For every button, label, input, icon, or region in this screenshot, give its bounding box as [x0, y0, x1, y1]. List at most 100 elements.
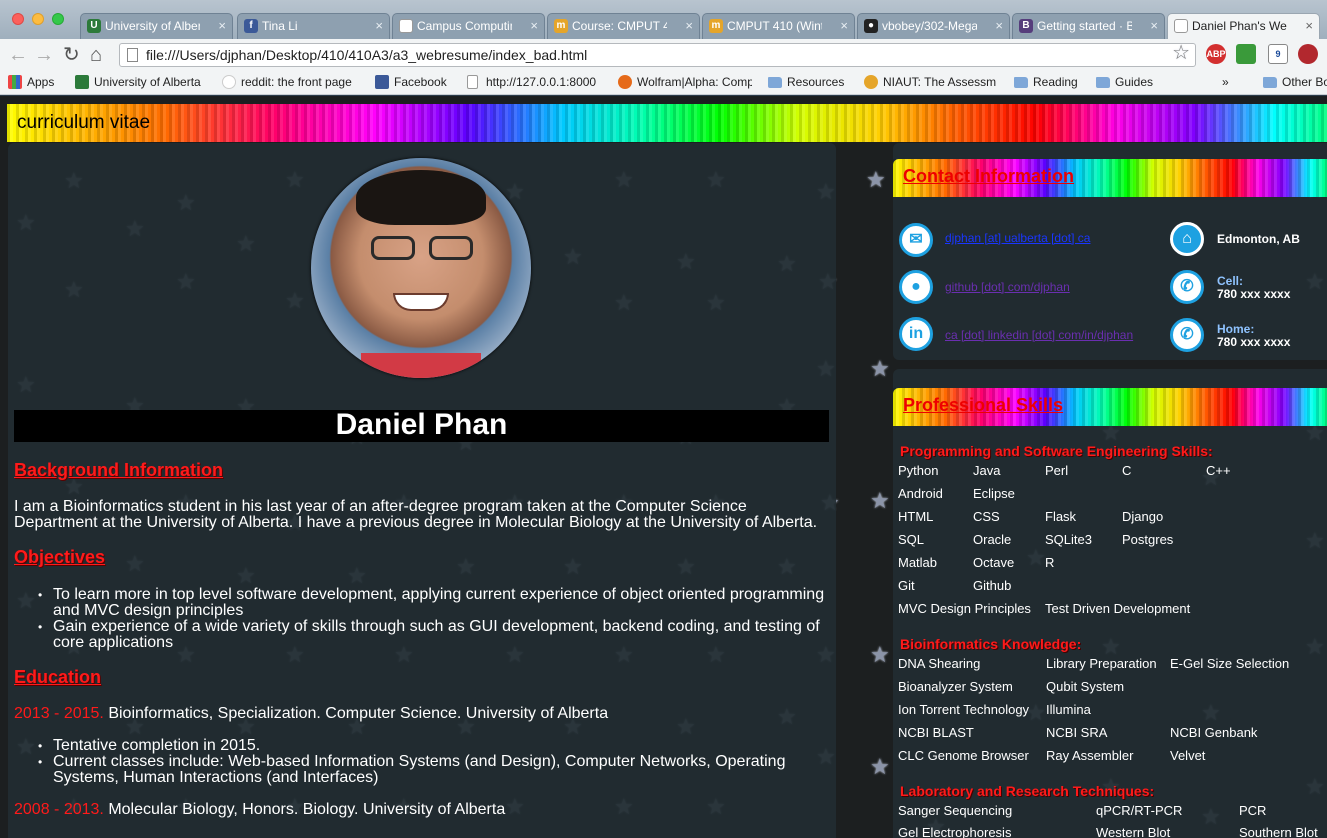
moodle-icon: m: [554, 19, 568, 33]
skill-item: CLC Genome Browser: [898, 748, 1029, 763]
tab-course-cmput410[interactable]: m Course: CMPUT 41 ×: [547, 13, 700, 39]
close-window-button[interactable]: [12, 13, 24, 25]
education-heading: Education: [14, 667, 102, 687]
star-icon: ★: [870, 356, 890, 381]
home-phone-icon: ✆: [1170, 318, 1204, 352]
forward-icon[interactable]: →: [34, 44, 54, 66]
tab-github-megaf[interactable]: ● vbobey/302-MegaF ×: [857, 13, 1010, 39]
background-heading: Background Information: [14, 460, 224, 480]
bookmark-localhost[interactable]: http://127.0.0.1:8000: [467, 75, 607, 89]
skill-item: Flask: [1045, 509, 1077, 524]
skill-item: Bioanalyzer System: [898, 679, 1013, 694]
ualberta-icon: [75, 75, 89, 89]
tab-cmput410-winter[interactable]: m CMPUT 410 (Winter ×: [702, 13, 855, 39]
bookmark-reddit[interactable]: reddit: the front page: [222, 75, 360, 89]
tab-facebook[interactable]: f Tina Li ×: [237, 13, 390, 39]
moodle-icon: [864, 75, 878, 89]
name-title: Daniel Phan: [14, 410, 829, 442]
contact-heading: Contact Information: [903, 166, 1074, 186]
page-icon: [127, 48, 138, 62]
skill-item: MVC Design Principles: [898, 601, 1031, 616]
bookmark-folder-guides[interactable]: Guides: [1096, 75, 1153, 89]
linkedin-icon: in: [899, 317, 933, 351]
bookmark-star-icon[interactable]: ☆: [1172, 43, 1190, 63]
bookmarks-bar: Apps University of Alberta reddit: the f…: [0, 71, 1327, 95]
tab-campus-computing[interactable]: Campus Computing ×: [392, 13, 545, 39]
bookmark-apps[interactable]: Apps: [8, 75, 54, 89]
education-desc: Molecular Biology, Honors. Biology. Univ…: [108, 801, 506, 818]
close-tab-icon[interactable]: ×: [1305, 14, 1313, 38]
bookmark-label: Wolfram|Alpha: Comp: [637, 75, 752, 89]
education-desc: Bioinformatics, Specialization. Computer…: [108, 705, 609, 722]
close-tab-icon[interactable]: ×: [840, 14, 848, 38]
star-icon: ★: [866, 167, 886, 192]
header-bar: curriculum vitae: [7, 104, 1327, 142]
star-icon: ★: [870, 754, 890, 779]
close-tab-icon[interactable]: ×: [218, 14, 226, 38]
skill-item: DNA Shearing: [898, 656, 981, 671]
extension-red-icon[interactable]: [1298, 44, 1318, 64]
bio-heading: Bioinformatics Knowledge:: [900, 636, 1082, 652]
cell-number: 780 xxx xxxx: [1217, 287, 1291, 301]
extension-green-icon[interactable]: [1236, 44, 1256, 64]
skill-item: Library Preparation: [1046, 656, 1157, 671]
bookmarks-overflow-chevron[interactable]: »: [1222, 75, 1229, 89]
tab-title: Tina Li: [262, 19, 298, 33]
github-link[interactable]: github [dot] com/djphan: [945, 280, 1070, 294]
home-icon[interactable]: ⌂: [90, 44, 102, 66]
skill-item: Ion Torrent Technology: [898, 702, 1030, 717]
skill-item: Github: [973, 578, 1012, 593]
skill-item: Android: [898, 486, 943, 501]
close-tab-icon[interactable]: ×: [685, 14, 693, 38]
education-years: 2013 - 2015.: [14, 705, 104, 722]
skill-item: NCBI SRA: [1046, 725, 1108, 740]
close-tab-icon[interactable]: ×: [530, 14, 538, 38]
cell-phone-icon: ✆: [1170, 270, 1204, 304]
skills-heading-bar: Professional Skills: [893, 388, 1327, 426]
education-item: Tentative completion in 2015.: [38, 738, 828, 755]
bookmark-ualberta[interactable]: University of Alberta: [75, 75, 201, 89]
tab-ualberta[interactable]: U University of Albert ×: [80, 13, 233, 39]
skill-item: Ray Assembler: [1046, 748, 1134, 763]
page-header-title: curriculum vitae: [17, 112, 151, 133]
moodle-icon: m: [709, 19, 723, 33]
bookmark-folder-resources[interactable]: Resources: [768, 75, 844, 89]
skill-item: Velvet: [1170, 748, 1206, 763]
extension-badge-icon[interactable]: 9: [1268, 44, 1288, 64]
bookmark-facebook[interactable]: Facebook: [375, 75, 447, 89]
skill-item: C: [1122, 463, 1132, 478]
tab-title: Course: CMPUT 41: [572, 19, 667, 33]
tab-daniel-phan-active[interactable]: Daniel Phan's Web ×: [1167, 13, 1320, 39]
bookmark-wolfram[interactable]: Wolfram|Alpha: Comp: [618, 75, 752, 89]
close-tab-icon[interactable]: ×: [1150, 14, 1158, 38]
skill-item: Sanger Sequencing: [898, 803, 1013, 818]
zoom-window-button[interactable]: [52, 13, 64, 25]
adblock-plus-icon[interactable]: ABP: [1206, 44, 1226, 64]
minimize-window-button[interactable]: [32, 13, 44, 25]
bookmark-label: Reading: [1033, 75, 1078, 89]
email-icon: ✉: [899, 223, 933, 257]
skills-heading: Professional Skills: [903, 395, 1064, 415]
linkedin-link[interactable]: ca [dot] linkedin [dot] com/in/djphan: [945, 328, 1133, 342]
close-tab-icon[interactable]: ×: [375, 14, 383, 38]
bookmark-label: Resources: [787, 75, 845, 89]
back-icon[interactable]: ←: [8, 44, 28, 66]
background-text: I am a Bioinformatics student in his las…: [14, 498, 818, 531]
tab-strip: U University of Albert × f Tina Li × Cam…: [0, 0, 1327, 39]
bookmark-folder-reading[interactable]: Reading: [1014, 75, 1078, 89]
skill-item: Postgres: [1122, 532, 1174, 547]
document-icon: [1174, 19, 1188, 33]
bookmark-folder-other[interactable]: Other Bo: [1263, 75, 1327, 89]
objectives-heading: Objectives: [14, 547, 106, 567]
tab-bootstrap[interactable]: B Getting started · Bo ×: [1012, 13, 1165, 39]
bookmark-label: Facebook: [394, 75, 447, 89]
bookmark-niaut[interactable]: NIAUT: The Assessm: [864, 75, 1000, 89]
github-icon: ●: [899, 270, 933, 304]
email-link[interactable]: djphan [at] ualberta [dot] ca: [945, 231, 1090, 245]
folder-icon: [1096, 77, 1110, 88]
objective-item: To learn more in top level software deve…: [38, 587, 828, 619]
close-tab-icon[interactable]: ×: [995, 14, 1003, 38]
address-bar[interactable]: file:///Users/djphan/Desktop/410/410A3/a…: [119, 43, 1196, 67]
reload-icon[interactable]: ↻: [63, 44, 80, 66]
bookmark-label: Apps: [27, 75, 55, 89]
